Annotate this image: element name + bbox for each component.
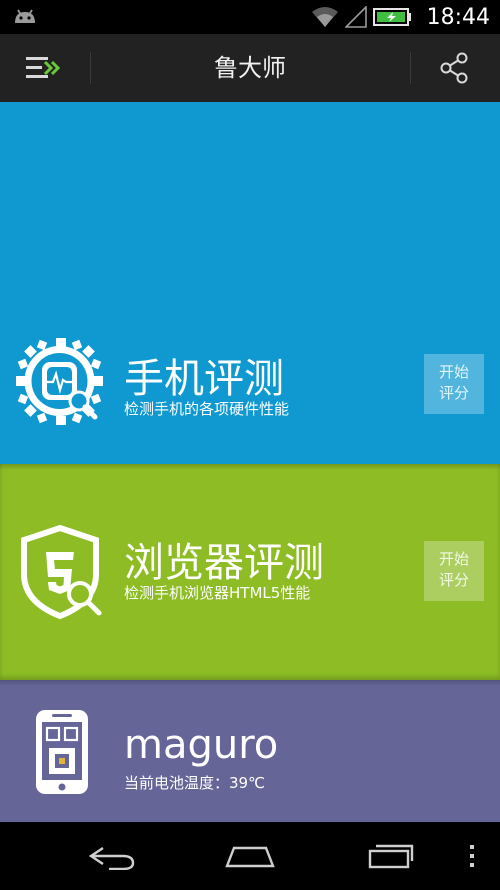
share-icon <box>440 52 468 84</box>
card-title: 手机评测 <box>124 356 284 402</box>
signal-icon <box>344 6 367 28</box>
share-button[interactable] <box>432 50 476 86</box>
status-bar: 18:44 <box>0 0 500 34</box>
battery-temperature: 当前电池温度：39℃ <box>124 774 265 792</box>
phone-benchmark-gear-icon <box>16 338 103 425</box>
start-score-button[interactable]: 开始 评分 <box>424 354 484 414</box>
menu-icon <box>26 57 61 78</box>
status-time: 18:44 <box>426 4 490 30</box>
recents-icon <box>368 844 414 869</box>
back-button[interactable] <box>84 836 140 876</box>
wifi-icon <box>311 7 338 27</box>
android-icon <box>15 9 35 23</box>
start-score-label: 评分 <box>438 384 469 402</box>
overflow-menu-button[interactable] <box>462 836 482 876</box>
separator <box>410 52 411 84</box>
start-score-label: 开始 <box>438 550 469 568</box>
action-bar: 鲁大师 <box>0 34 500 102</box>
smartphone-chip-icon <box>36 710 88 794</box>
start-score-label: 评分 <box>438 571 469 589</box>
app-title: 鲁大师 <box>214 54 286 82</box>
overflow-menu-icon <box>470 845 474 867</box>
back-icon <box>88 847 135 870</box>
home-button[interactable] <box>222 836 278 876</box>
start-score-button[interactable]: 开始 评分 <box>424 541 484 601</box>
browser-benchmark-card[interactable]: 浏览器评测 检测手机浏览器HTML5性能 开始 评分 <box>0 464 500 680</box>
start-score-label: 开始 <box>438 363 469 381</box>
phone-benchmark-card[interactable]: 手机评测 检测手机的各项硬件性能 开始 评分 <box>0 102 500 464</box>
home-icon <box>225 846 275 868</box>
device-name: maguro <box>124 722 279 768</box>
card-shadow <box>0 680 500 686</box>
menu-button[interactable] <box>20 48 68 88</box>
battery-charging-icon <box>372 8 411 26</box>
navigation-bar <box>0 822 500 890</box>
separator <box>90 52 91 84</box>
device-info-card[interactable]: maguro 当前电池温度：39℃ <box>0 680 500 822</box>
card-subtitle: 检测手机浏览器HTML5性能 <box>124 584 311 602</box>
card-subtitle: 检测手机的各项硬件性能 <box>124 400 290 418</box>
recents-button[interactable] <box>362 836 418 876</box>
html5-shield-search-icon <box>21 524 102 620</box>
card-title: 浏览器评测 <box>124 540 324 586</box>
card-shadow <box>0 464 500 470</box>
